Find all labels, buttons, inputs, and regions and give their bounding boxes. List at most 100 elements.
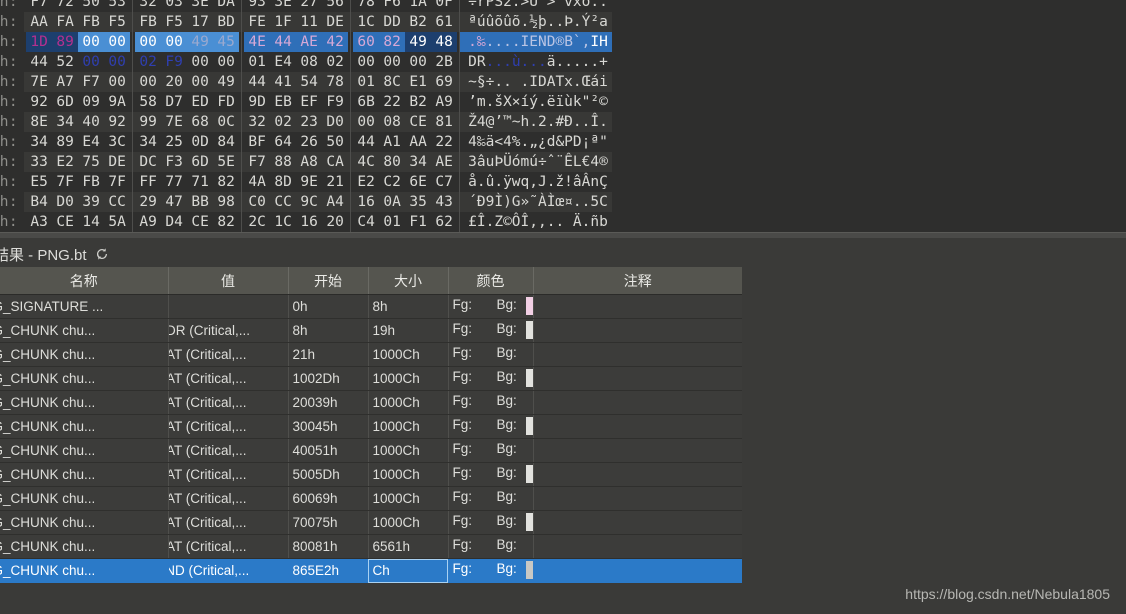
hex-row[interactable]: D60h:B4D039CC2947BB98C0CC9CA4160A3543´Ð9… [0,192,612,212]
hex-byte[interactable]: BF [244,132,270,152]
hex-byte[interactable]: 1C [270,212,296,232]
hex-byte[interactable]: 89 [52,32,79,52]
hex-row[interactable]: CC0h:F772505332033EDA933E275678F61A0F÷rP… [0,0,612,12]
cell-value[interactable] [168,294,289,319]
hex-byte[interactable]: 6B [353,92,379,112]
hex-byte[interactable]: F5 [161,12,187,32]
hex-row[interactable]: CF0h:4452000002F9000001E408020000002BDR.… [0,52,612,72]
hex-row[interactable]: D30h:3489E43C34250D84BF64265044A1AA224‰ä… [0,132,612,152]
background-color-swatch[interactable] [525,321,532,339]
cell-color[interactable]: Fg: Bg: [448,438,534,463]
hex-byte[interactable]: F7 [78,72,104,92]
cell-value[interactable]: IDAT (Critical,... [168,390,289,415]
hex-byte[interactable]: FB [78,172,104,192]
hex-byte[interactable]: 64 [270,132,296,152]
hex-byte[interactable]: A9 [431,92,457,112]
hex-byte[interactable]: 08 [379,112,405,132]
hex-byte[interactable]: 81 [431,112,457,132]
hex-byte[interactable]: 17 [187,12,213,32]
cell-color[interactable]: Fg: Bg: [448,462,534,487]
cell-value[interactable]: IEND (Critical,... [168,558,289,583]
hex-ascii[interactable]: Ž4@’™~h.2.#Ð..Î. [460,112,612,132]
hex-ascii[interactable]: £Î.Z©ÔÎ‚,.. Ä.ñb [460,212,612,232]
hex-byte[interactable]: 53 [104,0,130,12]
hex-byte[interactable]: 1D [26,32,53,52]
table-row[interactable]: uct PNG_CHUNK chu... IDAT (Critical,... 20… [0,390,742,415]
hex-byte[interactable]: 4C [353,152,379,172]
hex-ascii[interactable]: ´Ð9Ì)G»˜ÀÌœ¤..5C [460,192,612,212]
hex-byte[interactable]: 44 [26,52,52,72]
hex-byte[interactable]: 00 [104,32,131,52]
hex-byte[interactable]: 00 [104,72,130,92]
cell-value[interactable]: IDAT (Critical,... [168,462,289,487]
cell-start[interactable]: 60069h [288,486,369,511]
hex-byte[interactable]: 3E [270,0,296,12]
hex-byte[interactable]: DE [104,152,130,172]
background-color-swatch[interactable] [525,561,532,579]
hex-byte[interactable]: 40 [78,112,104,132]
hex-row[interactable]: D70h:A3CE145AA9D4CE822C1C1620C401F162£Î.… [0,212,612,232]
hex-byte[interactable]: 35 [405,192,431,212]
cell-size[interactable]: 1000Ch [368,342,449,367]
hex-byte[interactable]: 43 [431,192,457,212]
hex-byte[interactable]: CA [322,152,348,172]
hex-byte[interactable]: 22 [431,132,457,152]
table-row[interactable]: uct PNG_CHUNK chu... IDAT (Critical,... 60… [0,486,742,511]
hex-byte[interactable]: 0A [379,192,405,212]
hex-byte[interactable]: 34 [26,132,52,152]
hex-byte[interactable]: 34 [135,132,161,152]
table-row[interactable]: uct PNG_CHUNK chu... IDAT (Critical,... 10… [0,366,742,391]
cell-value[interactable]: IDAT (Critical,... [168,510,289,535]
hex-byte[interactable]: 4E [244,32,271,52]
cell-value[interactable]: IDAT (Critical,... [168,366,289,391]
hex-byte[interactable]: 21 [322,172,348,192]
hex-byte[interactable]: 7E [26,72,52,92]
hex-byte[interactable]: 29 [135,192,161,212]
hex-byte[interactable]: F3 [161,152,187,172]
hex-byte[interactable]: A4 [322,192,348,212]
hex-byte[interactable]: E4 [270,52,296,72]
hex-byte[interactable]: 2C [244,212,270,232]
hex-byte[interactable]: 71 [187,172,213,192]
cell-comment[interactable] [533,342,742,367]
hex-byte[interactable]: 88 [270,152,296,172]
hex-byte[interactable]: 98 [213,192,239,212]
hex-row[interactable]: D10h: 926D099A58D7EDFD9DEBEFF96B22B2A9’m.… [0,92,612,112]
hex-byte[interactable]: D4 [161,212,187,232]
hex-byte[interactable]: 62 [431,212,457,232]
hex-byte[interactable]: 9E [296,172,322,192]
hex-byte[interactable]: 44 [353,132,379,152]
hex-byte[interactable]: 00 [78,52,104,72]
hex-byte[interactable]: 77 [161,172,187,192]
hex-byte[interactable]: 16 [296,212,322,232]
cell-color[interactable]: Fg: Bg: [448,366,534,391]
column-header-start[interactable]: 开始 [288,267,369,295]
hex-byte[interactable]: E2 [353,172,379,192]
hex-row[interactable]: CD0h:AAFAFBF5FBF517BDFE1F11DE1CDDB261ªúû… [0,12,612,32]
cell-name[interactable]: uct PNG_CHUNK chu... [0,438,169,463]
hex-byte[interactable]: 50 [322,132,348,152]
hex-ascii[interactable]: 4‰ä<4%.„¿d&PD¡ª" [460,132,612,152]
column-header-name[interactable]: 名称 [0,267,169,295]
cell-comment[interactable] [533,510,742,535]
hex-byte[interactable]: 7F [52,172,78,192]
hex-byte[interactable]: AA [26,12,52,32]
hex-byte[interactable]: FE [244,12,270,32]
hex-byte[interactable]: 7E [161,112,187,132]
hex-byte[interactable]: B2 [405,12,431,32]
hex-byte[interactable]: FD [213,92,239,112]
hex-byte[interactable]: CE [405,112,431,132]
hex-byte[interactable]: 82 [213,172,239,192]
hex-byte[interactable]: 0D [187,132,213,152]
table-row[interactable]: uct PNG_CHUNK chu... IDAT (Critical,... 70… [0,510,742,535]
hex-row[interactable]: D50h:E57FFB7FFF7771824A8D9E21E2C26EC7å.û… [0,172,612,192]
table-row[interactable]: uct PNG_CHUNK chu... IHDR (Critical,... 8h… [0,318,742,343]
background-color-swatch[interactable] [525,417,532,435]
column-header-comment[interactable]: 注释 [533,267,742,295]
hex-ascii[interactable]: ÷rPS2.>Ú > vxö.. [460,0,612,12]
hex-byte[interactable]: 48 [431,32,458,52]
hex-ascii[interactable]: ~§÷.. .IDATx.Œái [460,72,612,92]
hex-byte[interactable]: F9 [161,52,187,72]
background-color-swatch[interactable] [525,513,532,531]
results-table-body[interactable]: uct PNG_SIGNATURE ...0h8hFg:Bg:uct PNG_C… [0,294,742,583]
